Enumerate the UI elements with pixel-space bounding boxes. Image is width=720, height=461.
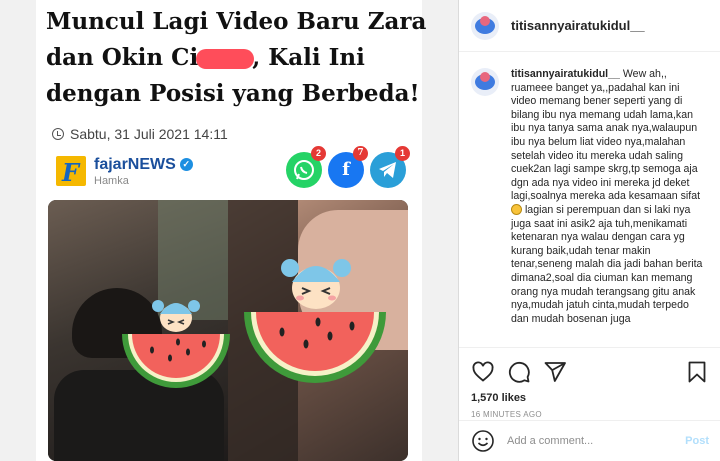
actions-area: 1,570 likes 16 MINUTES AGO bbox=[459, 347, 720, 420]
source-name-text: fajarNEWS bbox=[94, 155, 176, 173]
facebook-glyph: f bbox=[342, 159, 350, 180]
caption-body-part2: lagian si perempuan dan si laki nya juga… bbox=[511, 203, 703, 325]
facebook-share-count: 7 bbox=[353, 146, 368, 161]
share-icon[interactable] bbox=[543, 360, 567, 384]
caption-avatar[interactable] bbox=[471, 68, 499, 96]
like-icon[interactable] bbox=[471, 360, 495, 384]
caption-text: titisannyairatukidul__ Wew ah,, ruameee … bbox=[511, 68, 707, 347]
headline-line-1: Muncul Lagi Video Baru Zara bbox=[46, 8, 427, 35]
caption-username[interactable]: titisannyairatukidul__ bbox=[511, 68, 620, 80]
watermelon-sticker-icon bbox=[122, 300, 230, 388]
post-image[interactable]: Muncul Lagi Video Baru Zara dan Okin Ci,… bbox=[0, 0, 458, 461]
verified-icon: ✓ bbox=[179, 158, 193, 171]
save-icon[interactable] bbox=[685, 360, 709, 384]
caption-area[interactable]: titisannyairatukidul__ Wew ah,, ruameee … bbox=[459, 52, 720, 347]
telegram-share-count: 1 bbox=[395, 146, 410, 161]
emoji-icon bbox=[511, 203, 522, 215]
avatar[interactable] bbox=[471, 11, 499, 40]
post-side-panel: titisannyairatukidul__ titisannyairatuki… bbox=[458, 0, 720, 461]
headline-line-2-end: , Kali Ini bbox=[252, 44, 365, 71]
facebook-icon: f 7 bbox=[328, 146, 368, 188]
post-header: titisannyairatukidul__ bbox=[459, 0, 720, 52]
headline-line-3: dengan Posisi yang Berbeda! bbox=[46, 80, 420, 107]
telegram-icon: 1 bbox=[370, 146, 410, 188]
headline-line-2-start: dan Okin Ci bbox=[46, 44, 199, 71]
caption-body-part1: Wew ah,, ruameee banget ya,,padahal kan … bbox=[511, 68, 701, 203]
comment-input[interactable] bbox=[507, 435, 686, 447]
article-date: Sabtu, 31 Juli 2021 14:11 bbox=[52, 126, 228, 142]
emoji-picker-icon[interactable] bbox=[471, 429, 495, 453]
article-date-text: Sabtu, 31 Juli 2021 14:11 bbox=[70, 126, 228, 142]
article-screenshot: Muncul Lagi Video Baru Zara dan Okin Ci,… bbox=[36, 0, 427, 461]
article-headline: Muncul Lagi Video Baru Zara dan Okin Ci,… bbox=[46, 4, 427, 112]
watermelon-sticker-icon bbox=[244, 259, 386, 383]
source-row: F fajarNEWS ✓ Hamka bbox=[56, 154, 193, 188]
post-comment-button[interactable]: Post bbox=[685, 435, 709, 447]
post-timestamp[interactable]: 16 MINUTES AGO bbox=[471, 410, 709, 419]
clock-icon bbox=[52, 128, 64, 140]
comment-icon[interactable] bbox=[507, 360, 531, 384]
action-icons bbox=[471, 360, 709, 384]
source-name: fajarNEWS ✓ bbox=[94, 156, 193, 174]
headline-line-2: dan Okin Ci , Kali Ini bbox=[46, 40, 416, 76]
fajar-logo-letter: F bbox=[62, 158, 80, 187]
whatsapp-icon: 2 bbox=[286, 146, 326, 188]
fajar-news-logo: F bbox=[56, 156, 86, 187]
author-name: Hamka bbox=[94, 174, 129, 187]
whatsapp-share-count: 2 bbox=[311, 146, 326, 161]
likes-count[interactable]: 1,570 likes bbox=[471, 392, 709, 404]
header-username[interactable]: titisannyairatukidul__ bbox=[511, 18, 645, 33]
censor-bar bbox=[196, 49, 255, 69]
article-photo bbox=[48, 200, 408, 461]
source-text: fajarNEWS ✓ Hamka bbox=[94, 156, 193, 187]
comment-bar: Post bbox=[459, 420, 720, 461]
